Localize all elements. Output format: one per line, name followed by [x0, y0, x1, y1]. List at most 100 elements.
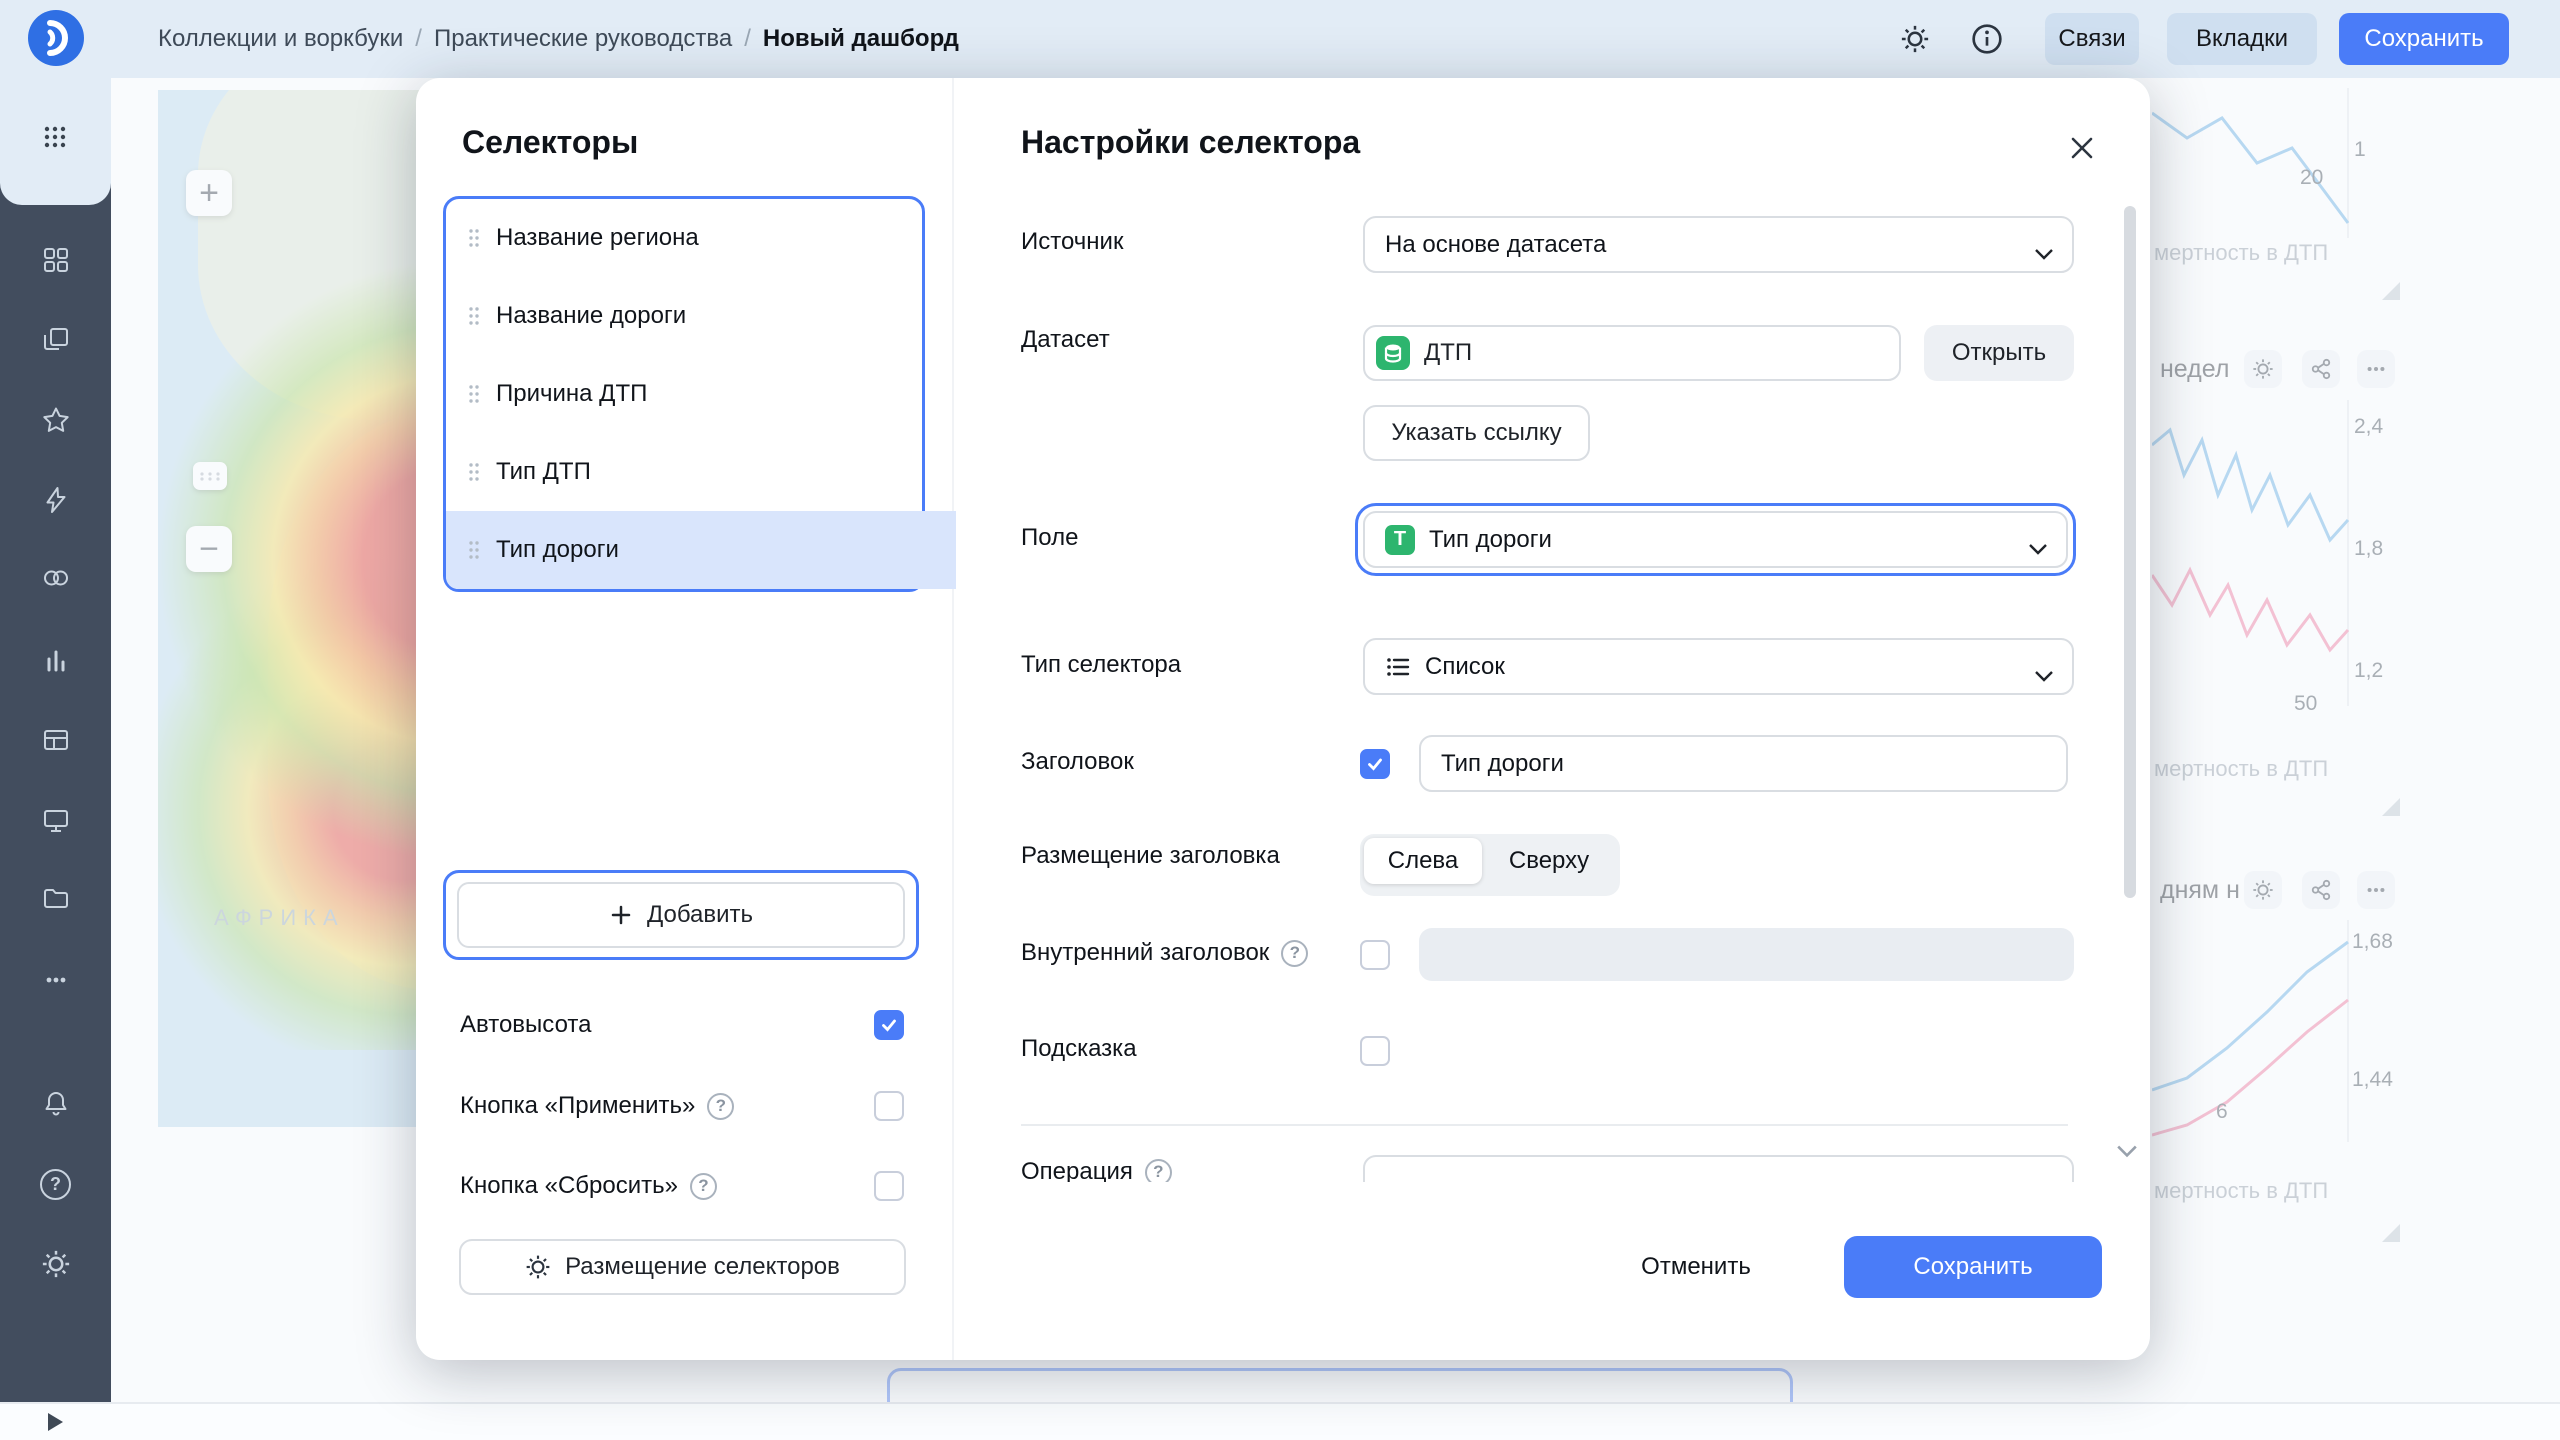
autoheight-row: Автовысота [460, 1010, 904, 1040]
drag-handle-icon[interactable] [468, 540, 480, 560]
dataset-field[interactable]: ДТП [1363, 325, 1901, 381]
reset-button-checkbox[interactable] [874, 1171, 904, 1201]
selectors-dialog: Селекторы Название региона Название доро… [416, 78, 2150, 1360]
bell-icon [41, 1089, 71, 1119]
inner-heading-input [1419, 928, 2074, 981]
add-selector-button[interactable]: Добавить [457, 882, 905, 948]
inner-heading-label-row: Внутренний заголовок ? [1021, 939, 1308, 967]
breadcrumb-workbook[interactable]: Практические руководства [434, 25, 732, 53]
inner-heading-checkbox[interactable] [1360, 940, 1390, 970]
list-icon [1385, 654, 1411, 680]
grid-icon [42, 124, 68, 150]
breadcrumb-separator: / [744, 25, 751, 53]
links-button[interactable]: Связи [2045, 13, 2139, 65]
sidebar-item-connections[interactable] [0, 485, 111, 515]
selector-list-item[interactable]: Название дороги [446, 277, 922, 355]
sidebar-item-more[interactable] [0, 965, 111, 995]
datalens-logo-icon [28, 10, 84, 66]
gear-icon [525, 1254, 551, 1280]
gear-icon [41, 1249, 71, 1279]
field-select[interactable]: T Тип дороги [1363, 511, 2068, 568]
sidebar-item-favorites[interactable] [0, 405, 111, 435]
sidebar-item-charts[interactable] [0, 645, 111, 675]
save-selector-button[interactable]: Сохранить [1844, 1236, 2102, 1298]
autoheight-checkbox[interactable] [874, 1010, 904, 1040]
close-dialog-button[interactable] [2064, 130, 2100, 166]
info-button[interactable] [1969, 21, 2005, 57]
hint-checkbox[interactable] [1360, 1036, 1390, 1066]
operation-select[interactable] [1363, 1155, 2074, 1182]
drag-handle-icon[interactable] [468, 228, 480, 248]
table-icon [41, 725, 71, 755]
source-select[interactable]: На основе датасета [1363, 216, 2074, 273]
app-logo[interactable] [28, 10, 84, 66]
apply-button-row: Кнопка «Применить» ? [460, 1091, 904, 1121]
linked-circles-icon [41, 563, 71, 593]
selector-list-item[interactable]: Тип ДТП [446, 433, 922, 511]
help-icon[interactable]: ? [1145, 1159, 1172, 1183]
placement-option-left[interactable]: Слева [1364, 838, 1482, 884]
scroll-down-icon[interactable] [2116, 1144, 2138, 1163]
operation-label: Операция [1021, 1158, 1133, 1182]
cancel-button[interactable]: Отменить [1638, 1239, 1754, 1295]
sidebar-item-datasets[interactable] [0, 563, 111, 593]
open-dataset-button[interactable]: Открыть [1924, 325, 2074, 381]
chevron-down-icon [2034, 239, 2054, 267]
heading-input[interactable]: Тип дороги [1419, 735, 2068, 792]
help-icon[interactable]: ? [707, 1093, 734, 1120]
source-value: На основе датасета [1385, 231, 1606, 259]
bar-chart-icon [41, 645, 71, 675]
gear-icon [1900, 24, 1930, 54]
drag-handle-icon[interactable] [468, 306, 480, 326]
placement-option-top[interactable]: Сверху [1482, 838, 1616, 884]
star-icon [41, 405, 71, 435]
sidebar-settings[interactable] [0, 1249, 111, 1279]
add-selector-outline: Добавить [443, 870, 919, 960]
help-icon[interactable]: ? [1281, 940, 1308, 967]
help-icon[interactable]: ? [690, 1173, 717, 1200]
specify-link-button[interactable]: Указать ссылку [1363, 405, 1590, 461]
drag-handle-icon[interactable] [468, 384, 480, 404]
dashboard-settings-button[interactable] [1897, 21, 1933, 57]
selector-item-label: Причина ДТП [496, 380, 647, 408]
selector-list-item-selected[interactable]: Тип дороги [446, 511, 956, 589]
save-dashboard-button[interactable]: Сохранить [2339, 13, 2509, 65]
breadcrumb: Коллекции и воркбуки / Практические руко… [158, 0, 959, 78]
heading-placement-segmented: Слева Сверху [1360, 834, 1620, 896]
sidebar-item-widgets[interactable] [0, 245, 111, 275]
form-divider [1021, 1124, 2068, 1126]
lightning-icon [41, 485, 71, 515]
dataset-name: ДТП [1424, 339, 1472, 367]
hint-label: Подсказка [1021, 1035, 1137, 1063]
selector-list-item[interactable]: Название региона [446, 199, 922, 277]
expand-panel-button[interactable] [48, 1413, 63, 1431]
app-switcher-button[interactable] [42, 124, 68, 150]
sidebar-notifications[interactable] [0, 1089, 111, 1119]
close-icon [2068, 134, 2096, 162]
selector-item-label: Название дороги [496, 302, 686, 330]
operation-label-row: Операция ? [1021, 1158, 1172, 1182]
sidebar-item-editor[interactable] [0, 805, 111, 835]
sidebar-help[interactable]: ? [0, 1169, 111, 1200]
selector-item-label: Название региона [496, 224, 699, 252]
monitor-icon [41, 805, 71, 835]
breadcrumb-collections[interactable]: Коллекции и воркбуки [158, 25, 403, 53]
dialog-scrollbar-thumb[interactable] [2124, 206, 2136, 898]
heading-checkbox[interactable] [1360, 749, 1390, 779]
selectors-placement-button[interactable]: Размещение селекторов [459, 1239, 906, 1295]
plus-icon [609, 903, 633, 927]
sidebar-item-files[interactable] [0, 883, 111, 913]
layers-icon [41, 325, 71, 355]
apply-button-label: Кнопка «Применить» [460, 1092, 695, 1120]
selector-list-item[interactable]: Причина ДТП [446, 355, 922, 433]
source-label: Источник [1021, 228, 1123, 256]
selector-type-select[interactable]: Список [1363, 638, 2074, 695]
drag-handle-icon[interactable] [468, 462, 480, 482]
tabs-button[interactable]: Вкладки [2167, 13, 2317, 65]
sidebar-item-dashboards[interactable] [0, 725, 111, 755]
apply-button-checkbox[interactable] [874, 1091, 904, 1121]
sidebar-item-collections[interactable] [0, 325, 111, 355]
dataset-icon [1376, 336, 1410, 370]
reset-button-row: Кнопка «Сбросить» ? [460, 1171, 904, 1201]
question-icon: ? [40, 1169, 71, 1200]
